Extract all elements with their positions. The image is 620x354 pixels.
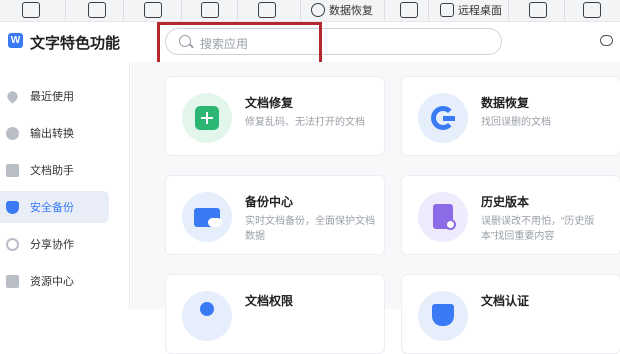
card-title: 备份中心	[245, 195, 294, 209]
app-title: 文字特色功能	[30, 35, 121, 52]
card-title: 历史版本	[481, 195, 530, 209]
card-title: 数据恢复	[481, 96, 530, 110]
card-history-version[interactable]: 历史版本 误删误改不用怕，“历史版本”找回重要内容	[401, 175, 620, 255]
text-translate-button[interactable]	[88, 0, 106, 20]
card-description: 实时文档备份，全面保护文档数据	[245, 216, 375, 242]
top-toolbar: 数据恢复 远程桌面	[0, 0, 620, 22]
text-translate-icon	[88, 2, 106, 18]
data-recovery-toolbar-button[interactable]: 数据恢复	[311, 0, 373, 20]
toolbar-divider	[508, 0, 509, 20]
convert-icon	[6, 126, 19, 140]
doc-edit-button[interactable]	[201, 0, 219, 20]
toolbar-divider	[384, 0, 385, 20]
card-doc-repair[interactable]: 文档修复 修复乱码、无法打开的文档	[165, 76, 385, 156]
doc-search-icon	[144, 2, 162, 18]
sidebar-item-assistant[interactable]: 文档助手	[0, 154, 128, 186]
toolbar-divider	[181, 0, 182, 20]
search-icon	[179, 35, 191, 47]
main-content: 文档修复 修复乱码、无法打开的文档 数据恢复 找回误删的文档 备份中心 实时文档…	[131, 62, 620, 354]
remote-desktop-button[interactable]: 远程桌面	[440, 0, 502, 20]
sidebar-item-label: 安全备份	[30, 202, 74, 214]
toolbar-divider	[428, 0, 429, 20]
card-title: 文档修复	[245, 96, 294, 110]
card-description: 误删误改不用怕，“历史版本”找回重要内容	[481, 216, 595, 242]
toolbar-divider	[123, 0, 124, 20]
tools-icon	[583, 2, 601, 18]
sidebar-item-label: 输出转换	[30, 128, 74, 140]
remote-cam-button[interactable]	[400, 0, 418, 20]
user-card-icon	[529, 2, 547, 18]
toolbar-divider	[237, 0, 238, 20]
sidebar-item-recent[interactable]: 最近使用	[0, 80, 128, 112]
sidebar-item-label: 分享协作	[30, 239, 74, 251]
heart-icon	[5, 88, 20, 104]
briefcase-icon	[6, 274, 19, 288]
screen-record-button[interactable]	[22, 0, 40, 20]
app-logo: W	[8, 33, 23, 48]
card-doc-permission[interactable]: 文档权限	[165, 274, 385, 354]
data-recovery-icon	[311, 3, 325, 17]
doc-edit-icon	[201, 2, 219, 18]
card-description: 修复乱码、无法打开的文档	[245, 117, 365, 128]
screen-record-icon	[22, 2, 40, 18]
shield-icon	[6, 200, 19, 214]
card-backup-center[interactable]: 备份中心 实时文档备份，全面保护文档数据	[165, 175, 385, 255]
remote-cam-icon	[400, 2, 418, 18]
card-data-recovery[interactable]: 数据恢复 找回误删的文档	[401, 76, 620, 156]
sidebar-item-label: 文档助手	[30, 165, 74, 177]
sidebar-item-label: 资源中心	[30, 276, 74, 288]
tools-button[interactable]	[583, 0, 601, 20]
sidebar-item-label: 最近使用	[30, 91, 74, 103]
toolbar-divider	[300, 0, 301, 20]
card-title: 文档权限	[245, 294, 294, 308]
search-input[interactable]: 搜索应用	[165, 28, 502, 55]
sidebar-item-resources[interactable]: 资源中心	[0, 265, 128, 297]
search-placeholder: 搜索应用	[200, 37, 249, 51]
star-doc-icon	[258, 2, 276, 18]
bookmark-icon	[6, 163, 19, 177]
card-description: 找回误删的文档	[481, 117, 551, 128]
chat-icon[interactable]	[600, 30, 613, 46]
history-version-icon	[418, 192, 468, 242]
share-icon	[6, 237, 19, 251]
toolbar-divider	[564, 0, 565, 20]
doc-repair-icon	[182, 93, 232, 143]
sidebar-item-share[interactable]: 分享协作	[0, 228, 128, 260]
card-title: 文档认证	[481, 294, 530, 308]
remote-desktop-icon	[440, 3, 454, 17]
sidebar: 最近使用 输出转换 文档助手 安全备份 分享协作 资源中心	[0, 62, 130, 309]
doc-permission-icon	[182, 291, 232, 341]
toolbar-divider	[65, 0, 66, 20]
sidebar-item-security[interactable]: 安全备份	[0, 191, 109, 223]
toolbar-label: 远程桌面	[458, 5, 502, 17]
doc-cert-icon	[418, 291, 468, 341]
toolbar-label: 数据恢复	[329, 5, 373, 17]
doc-search-button[interactable]	[144, 0, 162, 20]
app-header: W 文字特色功能 搜索应用	[0, 22, 620, 62]
sidebar-item-convert[interactable]: 输出转换	[0, 117, 128, 149]
data-recovery-g-icon	[418, 93, 468, 143]
backup-folder-icon	[182, 192, 232, 242]
card-doc-cert[interactable]: 文档认证	[401, 274, 620, 354]
user-card-button[interactable]	[529, 0, 547, 20]
star-doc-button[interactable]	[258, 0, 276, 20]
